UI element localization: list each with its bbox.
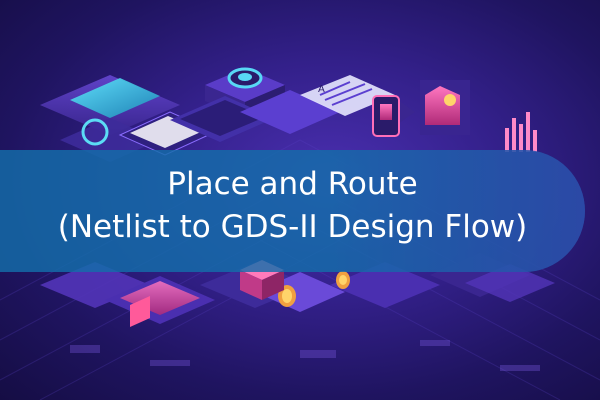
hero-banner: A Place and Route (Netlist to GDS-II Des…: [0, 0, 600, 400]
banner-title-line-2: (Netlist to GDS-II Design Flow): [57, 209, 528, 245]
bar-chart-icon: [505, 112, 537, 152]
shop-panel: [372, 80, 470, 137]
svg-text:A: A: [318, 84, 325, 95]
banner-title-line-1: Place and Route: [167, 166, 418, 202]
lower-grid-detail: [70, 340, 540, 371]
